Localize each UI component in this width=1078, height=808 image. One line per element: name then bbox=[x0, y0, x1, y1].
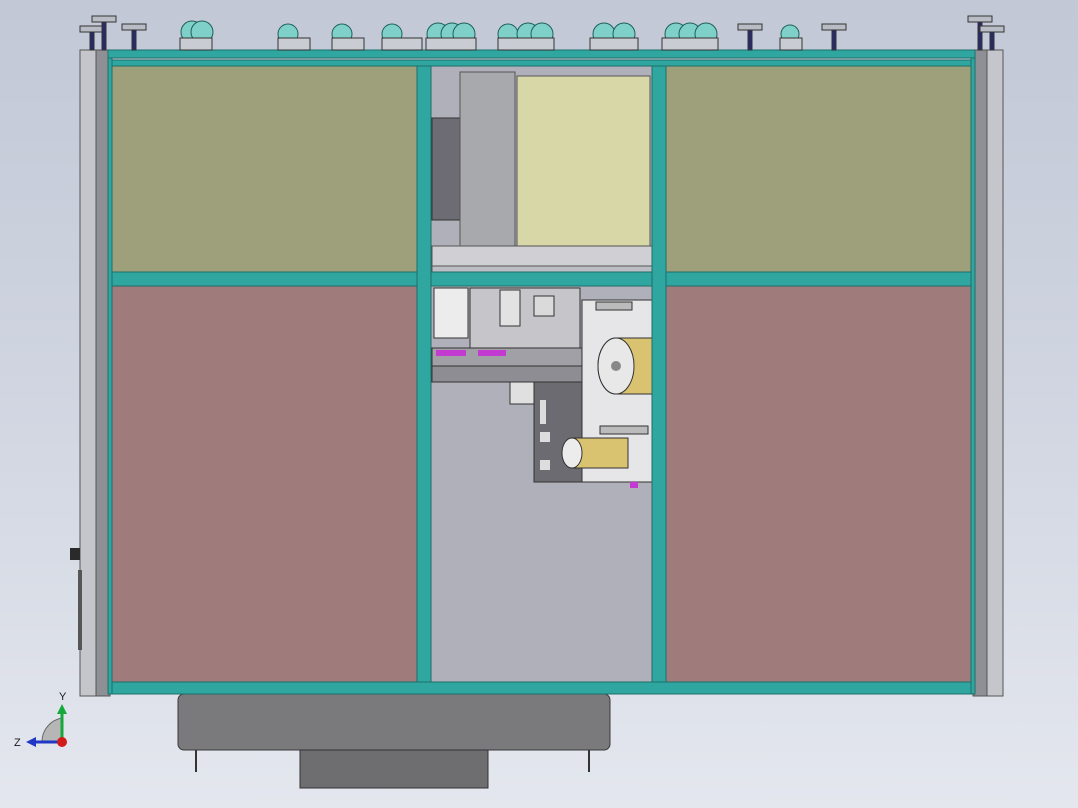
lower-left-panel bbox=[109, 285, 418, 683]
cad-graphics-viewport[interactable]: Y Z bbox=[0, 0, 1078, 808]
coordinate-triad: Y Z bbox=[14, 691, 67, 749]
triad-z-label: Z bbox=[14, 737, 21, 749]
caster-brackets bbox=[179, 37, 803, 51]
upper-left-panel bbox=[109, 65, 418, 273]
left-side-post bbox=[70, 49, 111, 697]
assembly-model-view[interactable]: Y Z bbox=[0, 0, 1078, 808]
triad-y-label: Y bbox=[59, 691, 67, 703]
upper-right-panel bbox=[665, 65, 974, 273]
right-side-post bbox=[972, 49, 1004, 697]
center-machinery bbox=[430, 65, 653, 683]
base-cabinet bbox=[177, 693, 611, 789]
lower-right-panel bbox=[665, 285, 974, 683]
